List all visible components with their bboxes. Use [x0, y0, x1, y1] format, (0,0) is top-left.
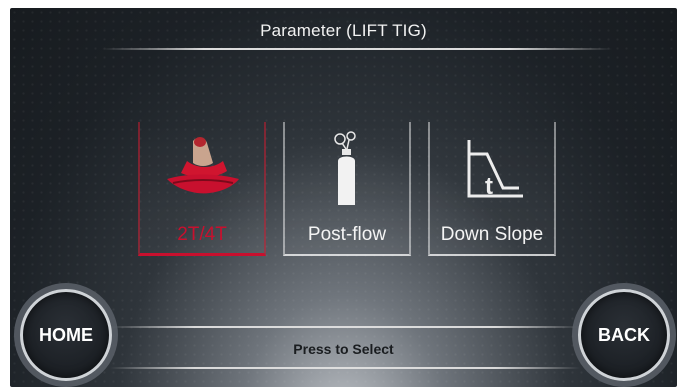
- trigger-hand-icon: [138, 130, 266, 208]
- option-2t4t[interactable]: 2T/4T: [138, 122, 266, 256]
- page-title: Parameter (LIFT TIG): [260, 21, 427, 40]
- home-button[interactable]: HOME: [20, 289, 112, 381]
- gas-cylinder-icon: [283, 130, 411, 208]
- option-down-slope[interactable]: t Down Slope: [428, 122, 556, 256]
- svg-text:t: t: [485, 173, 493, 200]
- footer-divider-bottom: [110, 367, 580, 369]
- title-divider: [102, 48, 612, 50]
- option-label: Post-flow: [307, 224, 387, 245]
- footer-divider-top: [110, 326, 580, 328]
- option-label: 2T/4T: [177, 224, 227, 245]
- option-label: Down Slope: [440, 224, 544, 245]
- back-button[interactable]: BACK: [578, 289, 670, 381]
- device-screen: Parameter (LIFT TIG) 2T/4T Post-flow t D…: [10, 8, 677, 387]
- down-slope-graph-icon: t: [428, 130, 556, 208]
- option-post-flow[interactable]: Post-flow: [283, 122, 411, 256]
